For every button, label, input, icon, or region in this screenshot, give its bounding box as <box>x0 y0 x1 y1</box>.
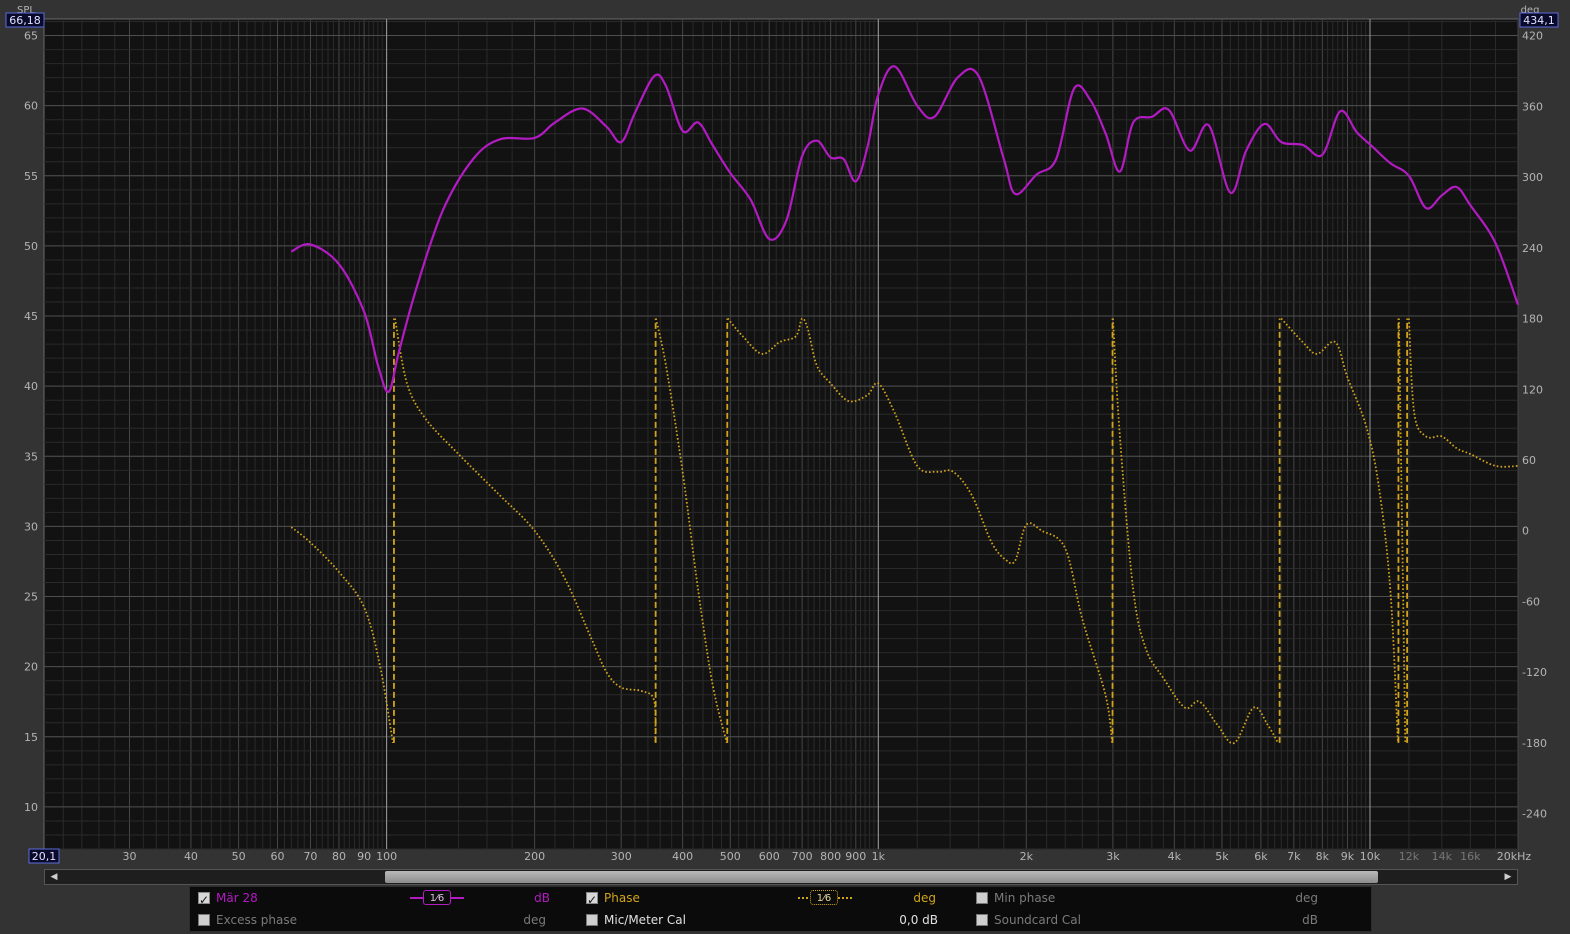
soundcard-cal-unit: dB <box>1302 913 1318 927</box>
left-tick-label: 35 <box>24 450 38 463</box>
phase-checkbox[interactable]: ✓ <box>586 892 598 907</box>
x-tick-label: 90 <box>357 850 371 863</box>
right-tick-label: 420 <box>1522 30 1543 43</box>
x-tick-label: 20kHz <box>1497 850 1532 863</box>
x-tick-label: 5k <box>1215 850 1229 863</box>
left-bottom-readout[interactable]: 20,1 <box>28 848 60 864</box>
left-top-readout[interactable]: 66,18 <box>5 12 45 28</box>
spl-smoothing-button[interactable]: 1⁄6 <box>423 890 451 905</box>
x-tick-label: 14k <box>1432 850 1453 863</box>
x-tick-label: 1k <box>872 850 886 863</box>
right-tick-label: 240 <box>1522 242 1543 255</box>
legend-soundcard-cal[interactable]: Soundcard Cal dB <box>976 910 1356 930</box>
x-tick-label: 400 <box>672 850 693 863</box>
legend-mic-cal[interactable]: Mic/Meter Cal 0,0 dB <box>586 910 966 930</box>
soundcard-cal-label: Soundcard Cal <box>994 913 1081 927</box>
chart-area[interactable]: 30 40 50 60 70 80 90 100 200 300 400 500 600 700 800 90… <box>0 0 1570 870</box>
x-tick-label: 2k <box>1020 850 1034 863</box>
right-top-readout[interactable]: 434,1 <box>1519 12 1559 28</box>
x-tick-label: 600 <box>759 850 780 863</box>
x-tick-label: 30 <box>123 850 137 863</box>
x-tick-label: 500 <box>720 850 741 863</box>
x-tick-label: 40 <box>184 850 198 863</box>
right-tick-label: -120 <box>1522 666 1547 679</box>
legend-panel: ✓ Mär 28 1⁄6 dB ✓ Phase 1⁄6 deg Min phas… <box>189 886 1372 932</box>
left-tick-label: 20 <box>24 661 38 674</box>
min-phase-unit: deg <box>1295 891 1318 905</box>
x-tick-label: 8k <box>1316 850 1330 863</box>
x-tick-label: 900 <box>845 850 866 863</box>
x-tick-label: 4k <box>1168 850 1182 863</box>
right-tick-label: -180 <box>1522 737 1547 750</box>
right-tick-label: 360 <box>1522 100 1543 113</box>
left-tick-label: 45 <box>24 310 38 323</box>
scroll-left-icon[interactable]: ◀ <box>47 870 61 884</box>
x-tick-label: 60 <box>271 850 285 863</box>
left-tick-label: 60 <box>24 100 38 113</box>
legend-spl[interactable]: ✓ Mär 28 1⁄6 dB <box>194 888 574 908</box>
soundcard-cal-checkbox[interactable] <box>976 914 988 926</box>
x-tick-label: 70 <box>303 850 317 863</box>
legend-excess-phase[interactable]: Excess phase deg <box>194 910 574 930</box>
phase-unit: deg <box>913 891 936 905</box>
left-tick-label: 25 <box>24 591 38 604</box>
x-tick-label: 50 <box>232 850 246 863</box>
x-tick-label: 100 <box>376 850 397 863</box>
checkmark-icon: ✓ <box>199 893 210 907</box>
x-tick-label: 3k <box>1106 850 1120 863</box>
right-axis-tick-labels: 420 360 300 240 180 120 60 0 -60 -120 -180 -240 <box>1522 30 1547 821</box>
x-tick-label: 10k <box>1360 850 1381 863</box>
mic-cal-label: Mic/Meter Cal <box>604 913 686 927</box>
phase-smoothing-button[interactable]: 1⁄6 <box>810 890 838 905</box>
left-tick-label: 40 <box>24 380 38 393</box>
spl-checkbox[interactable]: ✓ <box>198 892 210 907</box>
x-tick-label: 80 <box>332 850 346 863</box>
x-tick-label: 700 <box>792 850 813 863</box>
right-tick-label: -60 <box>1522 595 1540 608</box>
x-tick-label: 7k <box>1287 850 1301 863</box>
x-tick-label: 800 <box>820 850 841 863</box>
x-axis-tick-labels: 30 40 50 60 70 80 90 100 200 300 400 500 600 700 800 90… <box>123 850 1532 863</box>
x-tick-label: 200 <box>524 850 545 863</box>
left-tick-label: 15 <box>24 731 38 744</box>
min-phase-checkbox[interactable] <box>976 892 988 904</box>
right-tick-label: 0 <box>1522 525 1529 538</box>
scroll-right-icon[interactable]: ▶ <box>1501 870 1515 884</box>
left-tick-label: 65 <box>24 30 38 43</box>
x-tick-label: 300 <box>611 850 632 863</box>
left-axis-tick-labels: 65 60 55 50 45 40 35 30 25 20 15 10 <box>24 30 38 814</box>
right-tick-label: 60 <box>1522 454 1536 467</box>
left-tick-label: 30 <box>24 520 38 533</box>
frequency-scrollbar[interactable]: ◀ ▶ <box>44 869 1518 885</box>
excess-phase-label: Excess phase <box>216 913 297 927</box>
spl-unit: dB <box>534 891 550 905</box>
right-tick-label: -240 <box>1522 808 1547 821</box>
mic-cal-checkbox[interactable] <box>586 914 598 926</box>
left-tick-label: 10 <box>24 801 38 814</box>
x-tick-label: 16k <box>1460 850 1481 863</box>
excess-phase-unit: deg <box>523 913 546 927</box>
x-tick-label: 12k <box>1399 850 1420 863</box>
left-tick-label: 50 <box>24 240 38 253</box>
right-tick-label: 300 <box>1522 171 1543 184</box>
phase-label: Phase <box>604 891 640 905</box>
mic-cal-value: 0,0 dB <box>899 913 938 927</box>
scroll-thumb[interactable] <box>385 871 1378 883</box>
legend-phase[interactable]: ✓ Phase 1⁄6 deg <box>586 888 966 908</box>
x-tick-label: 6k <box>1254 850 1268 863</box>
left-top-readout-value: 66,18 <box>9 14 41 27</box>
right-top-readout-value: 434,1 <box>1523 14 1555 27</box>
spl-label: Mär 28 <box>216 891 258 905</box>
left-tick-label: 55 <box>24 170 38 183</box>
legend-min-phase[interactable]: Min phase deg <box>976 888 1356 908</box>
right-tick-label: 180 <box>1522 313 1543 326</box>
excess-phase-checkbox[interactable] <box>198 914 210 926</box>
x-tick-label: 9k <box>1341 850 1355 863</box>
min-phase-label: Min phase <box>994 891 1056 905</box>
checkmark-icon: ✓ <box>587 893 598 907</box>
right-tick-label: 120 <box>1522 383 1543 396</box>
left-bottom-readout-value: 20,1 <box>32 850 57 863</box>
